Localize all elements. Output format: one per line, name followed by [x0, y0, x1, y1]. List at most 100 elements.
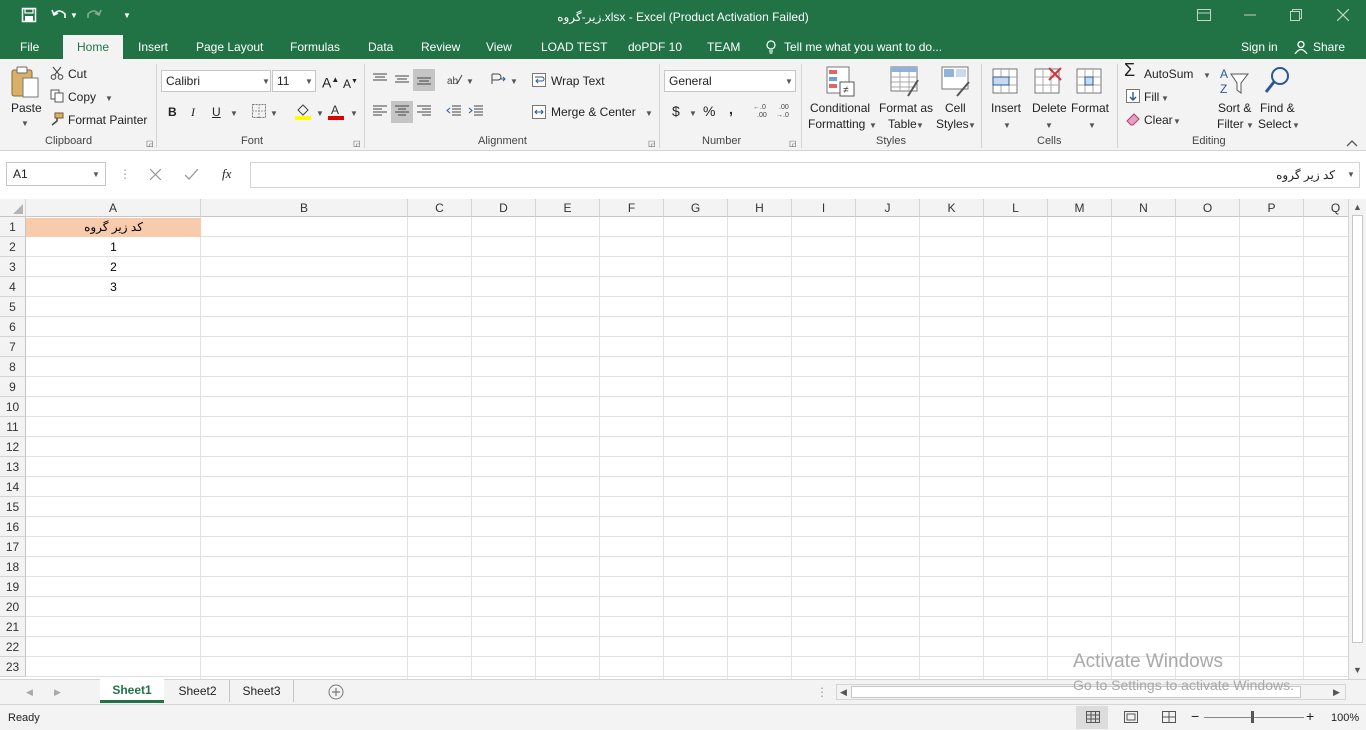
row-header-14[interactable]: 14 — [0, 477, 26, 497]
increase-font-icon[interactable]: A▲ — [322, 73, 339, 90]
font-color-dropdown-icon[interactable]: ▼ — [350, 109, 358, 118]
tab-dopdf[interactable]: doPDF 10 — [628, 35, 682, 59]
copy-dropdown-icon[interactable]: ▼ — [105, 94, 113, 103]
collapse-ribbon-icon[interactable] — [1346, 139, 1358, 147]
bold-button[interactable]: B — [168, 105, 177, 119]
column-header-f[interactable]: F — [600, 199, 664, 217]
row-header-22[interactable]: 22 — [0, 637, 26, 657]
autosum-button[interactable]: AutoSum — [1144, 67, 1193, 81]
cell-a1[interactable]: کد زیر گروه — [26, 217, 201, 237]
save-icon[interactable] — [21, 7, 37, 23]
vertical-scroll-thumb[interactable] — [1352, 215, 1363, 643]
undo-icon[interactable] — [51, 7, 67, 23]
copy-button[interactable]: Copy — [68, 90, 96, 104]
cell-a2[interactable]: 1 — [26, 237, 201, 257]
tab-splitter[interactable]: ⋮ — [816, 685, 828, 699]
tab-review[interactable]: Review — [421, 35, 460, 59]
row-header-8[interactable]: 8 — [0, 357, 26, 377]
zoom-out-button[interactable]: − — [1191, 709, 1199, 723]
increase-indent-icon[interactable] — [468, 104, 484, 118]
normal-view-icon[interactable] — [1086, 711, 1100, 723]
sheet-scroll-left-icon[interactable]: ◀ — [26, 687, 33, 698]
paste-dropdown-icon[interactable]: ▼ — [21, 119, 29, 128]
tab-page-layout[interactable]: Page Layout — [196, 35, 263, 59]
conditional-formatting-button[interactable]: Conditional — [810, 101, 870, 115]
column-header-h[interactable]: H — [728, 199, 792, 217]
insert-function-button[interactable]: fx — [222, 167, 231, 181]
fill-color-dropdown-icon[interactable]: ▼ — [316, 109, 324, 118]
row-header-23[interactable]: 23 — [0, 657, 26, 677]
cell-a3[interactable]: 2 — [26, 257, 201, 277]
tab-view[interactable]: View — [486, 35, 512, 59]
column-header-c[interactable]: C — [408, 199, 472, 217]
confirm-entry-icon[interactable] — [185, 169, 198, 180]
sheet-tab-sheet1[interactable]: Sheet1 — [100, 679, 164, 703]
autosum-dropdown-icon[interactable]: ▼ — [1203, 71, 1211, 80]
scroll-right-icon[interactable]: ▶ — [1333, 687, 1340, 698]
column-header-k[interactable]: K — [920, 199, 984, 217]
sort-filter-dropdown-icon[interactable]: ▼ — [1246, 121, 1254, 130]
align-center-icon[interactable] — [394, 104, 410, 118]
text-direction-dropdown-icon[interactable]: ▼ — [510, 77, 518, 86]
zoom-in-button[interactable]: + — [1306, 709, 1314, 723]
font-launcher-icon[interactable]: ◲ — [353, 139, 361, 148]
undo-dropdown-icon[interactable]: ▼ — [70, 11, 78, 20]
tell-me-search[interactable]: Tell me what you want to do... — [784, 35, 942, 59]
italic-button[interactable]: I — [191, 105, 195, 119]
fill-dropdown-icon[interactable]: ▼ — [1161, 94, 1169, 103]
vertical-scrollbar[interactable]: ▲ ▼ — [1348, 199, 1366, 679]
column-header-e[interactable]: E — [536, 199, 600, 217]
currency-button[interactable]: $ — [672, 104, 680, 118]
align-right-icon[interactable] — [416, 104, 432, 118]
decrease-decimal-icon[interactable]: .00→.0 — [776, 103, 794, 119]
row-header-7[interactable]: 7 — [0, 337, 26, 357]
increase-decimal-icon[interactable]: ←.0.00 — [753, 103, 771, 119]
find-select-dropdown-icon[interactable]: ▼ — [1292, 121, 1300, 130]
paste-button[interactable]: Paste — [11, 101, 42, 115]
comma-button[interactable]: , — [729, 102, 733, 116]
column-header-n[interactable]: N — [1112, 199, 1176, 217]
format-as-table-label-2[interactable]: Table — [888, 117, 917, 131]
format-cells-dropdown-icon[interactable]: ▼ — [1088, 121, 1096, 130]
row-header-5[interactable]: 5 — [0, 297, 26, 317]
column-header-j[interactable]: J — [856, 199, 920, 217]
alignment-launcher-icon[interactable]: ◲ — [648, 139, 656, 148]
tab-team[interactable]: TEAM — [707, 35, 740, 59]
sheet-scroll-right-icon[interactable]: ▶ — [54, 687, 61, 698]
decrease-indent-icon[interactable] — [446, 104, 462, 118]
insert-cells-button[interactable]: Insert — [991, 101, 1021, 115]
number-format-select[interactable]: General — [664, 70, 796, 92]
row-header-17[interactable]: 17 — [0, 537, 26, 557]
row-header-2[interactable]: 2 — [0, 237, 26, 257]
wrap-text-button[interactable]: Wrap Text — [551, 74, 605, 88]
clear-dropdown-icon[interactable]: ▼ — [1173, 117, 1181, 126]
number-format-dropdown-icon[interactable]: ▼ — [785, 77, 793, 86]
currency-dropdown-icon[interactable]: ▼ — [689, 109, 697, 118]
clear-button[interactable]: Clear — [1144, 113, 1173, 127]
sheet-tab-sheet2[interactable]: Sheet2 — [166, 680, 230, 702]
restore-icon[interactable] — [1290, 9, 1302, 21]
font-name-dropdown-icon[interactable]: ▼ — [262, 77, 270, 86]
column-header-a[interactable]: A — [26, 199, 201, 217]
cancel-entry-icon[interactable] — [150, 169, 161, 180]
sort-filter-button[interactable]: Sort & — [1218, 101, 1251, 115]
cell-styles-dropdown-icon[interactable]: ▼ — [968, 121, 976, 130]
align-left-icon[interactable] — [372, 104, 388, 118]
row-header-9[interactable]: 9 — [0, 377, 26, 397]
column-header-g[interactable]: G — [664, 199, 728, 217]
tab-data[interactable]: Data — [368, 35, 393, 59]
zoom-slider-thumb[interactable] — [1251, 711, 1254, 723]
cell-styles-button[interactable]: Cell — [945, 101, 966, 115]
formula-input[interactable]: کد زیر گروه — [250, 162, 1360, 188]
format-cells-button[interactable]: Format — [1071, 101, 1109, 115]
find-select-label-2[interactable]: Select — [1258, 117, 1291, 131]
font-size-dropdown-icon[interactable]: ▼ — [305, 77, 313, 86]
zoom-level[interactable]: 100% — [1331, 711, 1359, 725]
percent-button[interactable]: % — [703, 104, 715, 118]
sign-in-link[interactable]: Sign in — [1241, 35, 1278, 59]
fill-button[interactable]: Fill — [1144, 90, 1159, 104]
clipboard-launcher-icon[interactable]: ◲ — [146, 139, 154, 148]
fill-color-icon[interactable] — [295, 102, 311, 120]
align-bottom-icon[interactable] — [416, 72, 432, 86]
number-launcher-icon[interactable]: ◲ — [789, 139, 797, 148]
